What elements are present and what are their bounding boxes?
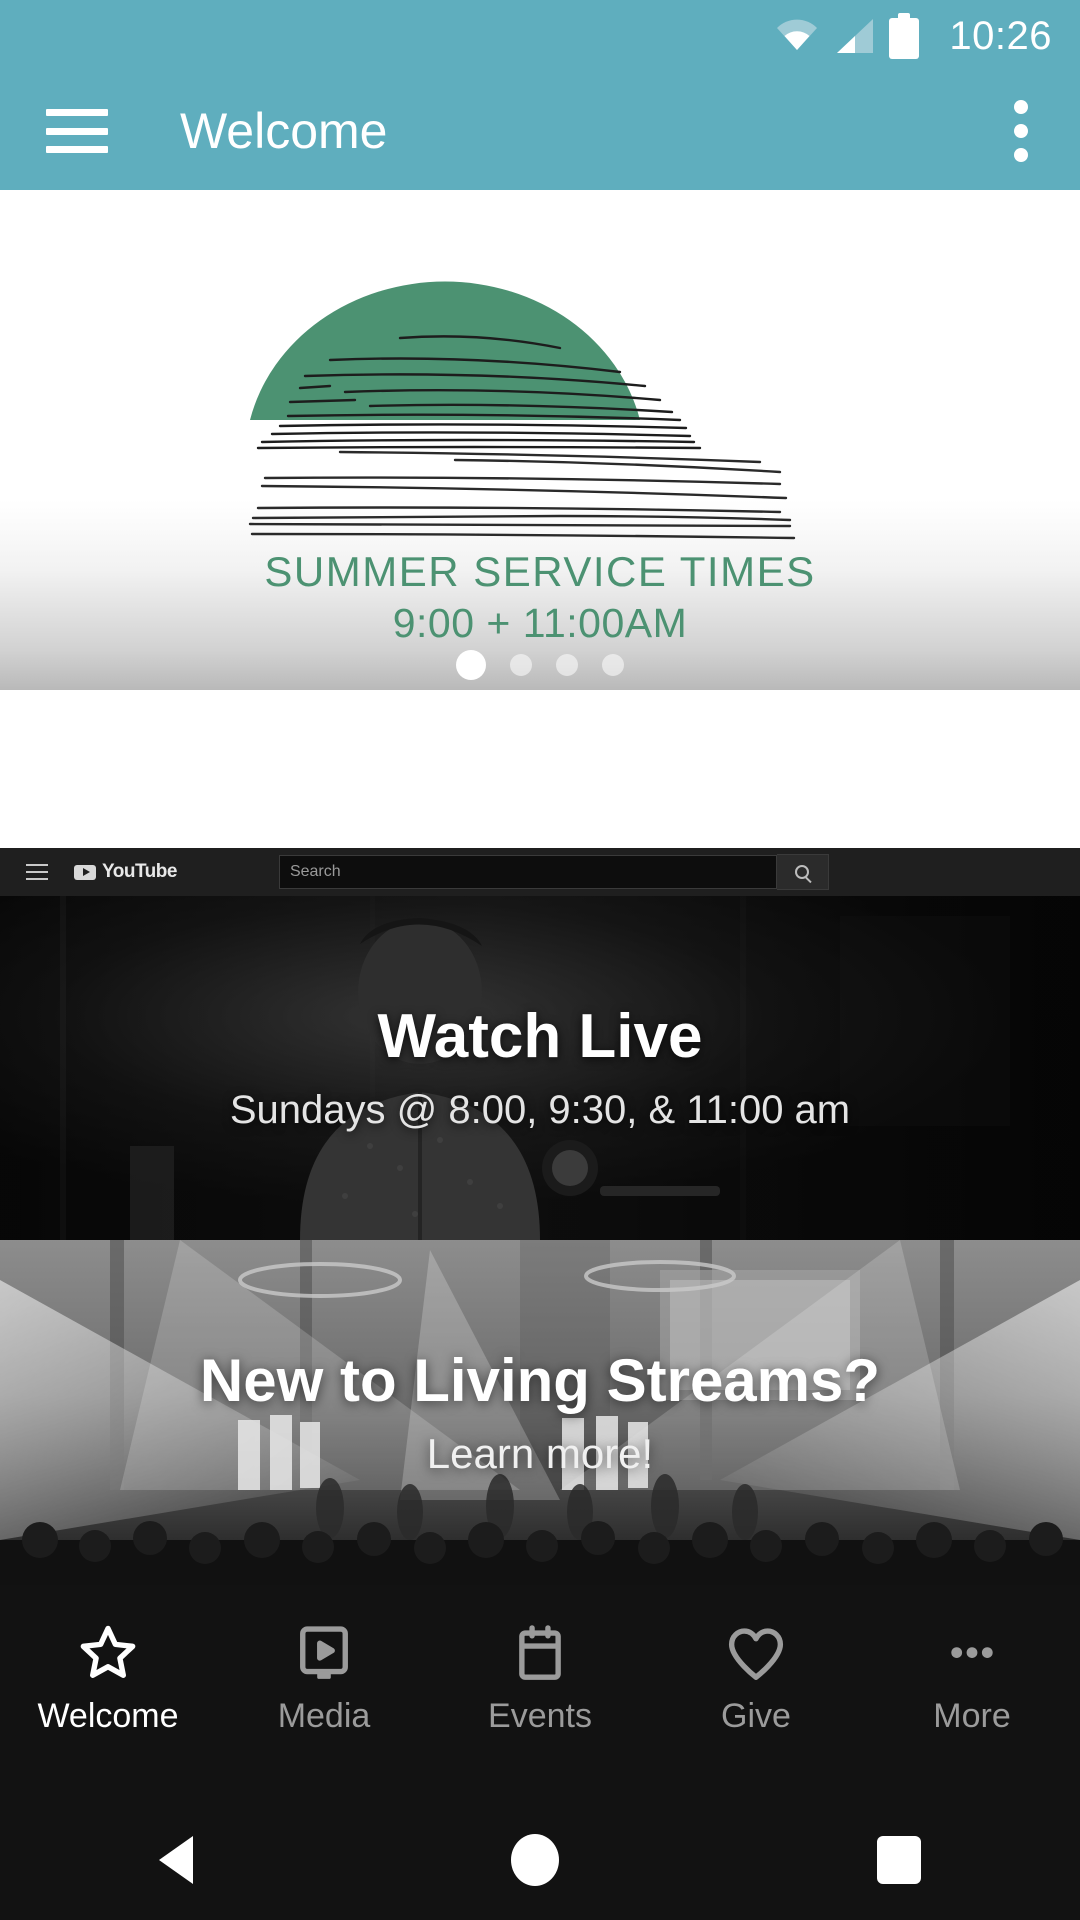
watch-live-subtitle: Sundays @ 8:00, 9:30, & 11:00 am	[229, 1087, 851, 1132]
ellipsis-icon	[937, 1615, 1007, 1693]
watch-live-overlay: Watch Live Sundays @ 8:00, 9:30, & 11:00…	[0, 896, 1080, 1240]
calendar-icon	[505, 1615, 575, 1693]
search-input[interactable]	[278, 855, 777, 889]
page-title: Welcome	[180, 103, 388, 159]
new-to-overlay: New to Living Streams? Learn more!	[0, 1240, 1080, 1585]
recents-square-icon[interactable]	[877, 1836, 921, 1884]
watch-live-title: Watch Live	[377, 1002, 703, 1072]
tab-label: Give	[721, 1697, 791, 1735]
youtube-logo-text: YouTube	[102, 861, 177, 882]
overflow-menu-icon[interactable]	[1014, 100, 1028, 162]
tab-label: More	[933, 1697, 1011, 1735]
status-bar-icons: 10:26	[775, 13, 1052, 59]
hamburger-menu-icon[interactable]	[46, 109, 108, 153]
tv-play-icon	[289, 1615, 359, 1693]
watch-live-card[interactable]: Watch Live Sundays @ 8:00, 9:30, & 11:00…	[0, 896, 1080, 1240]
carousel-dot[interactable]	[510, 654, 532, 676]
hero-carousel[interactable]: SUMMER SERVICE TIMES 9:00 + 11:00AM	[0, 190, 1080, 690]
sunset-illustration	[0, 220, 1080, 540]
carousel-dot[interactable]	[456, 650, 486, 680]
search-button[interactable]	[776, 854, 829, 890]
tab-label: Media	[277, 1697, 371, 1735]
new-to-living-streams-card[interactable]: New to Living Streams? Learn more!	[0, 1240, 1080, 1585]
hero-title: SUMMER SERVICE TIMES	[264, 548, 816, 595]
tab-events[interactable]: Events	[432, 1585, 648, 1800]
magnifier-icon	[795, 865, 810, 879]
youtube-logo[interactable]: YouTube	[74, 861, 177, 883]
carousel-dot[interactable]	[556, 654, 578, 676]
hamburger-menu-icon[interactable]	[26, 864, 48, 880]
cellular-signal-icon	[833, 16, 875, 56]
youtube-search-group	[278, 854, 829, 890]
bottom-tab-bar: Welcome Media Events Give More	[0, 1585, 1080, 1800]
back-triangle-icon[interactable]	[159, 1836, 193, 1884]
new-to-title: New to Living Streams?	[199, 1346, 881, 1414]
hero-text-block: SUMMER SERVICE TIMES 9:00 + 11:00AM	[0, 548, 1080, 647]
tab-label: Events	[488, 1697, 592, 1735]
youtube-header-bar: YouTube	[0, 848, 1080, 896]
tab-media[interactable]: Media	[216, 1585, 432, 1800]
star-icon	[73, 1615, 143, 1693]
tab-give[interactable]: Give	[648, 1585, 864, 1800]
status-bar: 10:26	[0, 0, 1080, 72]
android-system-nav	[0, 1800, 1080, 1920]
play-icon	[74, 864, 96, 880]
app-bar: Welcome	[0, 72, 1080, 190]
wifi-icon	[775, 16, 819, 56]
carousel-pagination	[0, 650, 1080, 680]
battery-icon	[889, 13, 920, 59]
home-circle-icon[interactable]	[511, 1834, 559, 1886]
tab-welcome[interactable]: Welcome	[0, 1585, 216, 1800]
hero-subtitle: 9:00 + 11:00AM	[392, 600, 688, 647]
carousel-dot[interactable]	[602, 654, 624, 676]
status-bar-clock: 10:26	[949, 14, 1052, 58]
tab-label: Welcome	[37, 1697, 179, 1735]
app-screen: 10:26 Welcome SUMMER SERVICE TIMES 9:00 …	[0, 0, 1080, 1920]
tab-more[interactable]: More	[864, 1585, 1080, 1800]
new-to-subtitle: Learn more!	[426, 1429, 654, 1477]
heart-icon	[721, 1615, 791, 1693]
